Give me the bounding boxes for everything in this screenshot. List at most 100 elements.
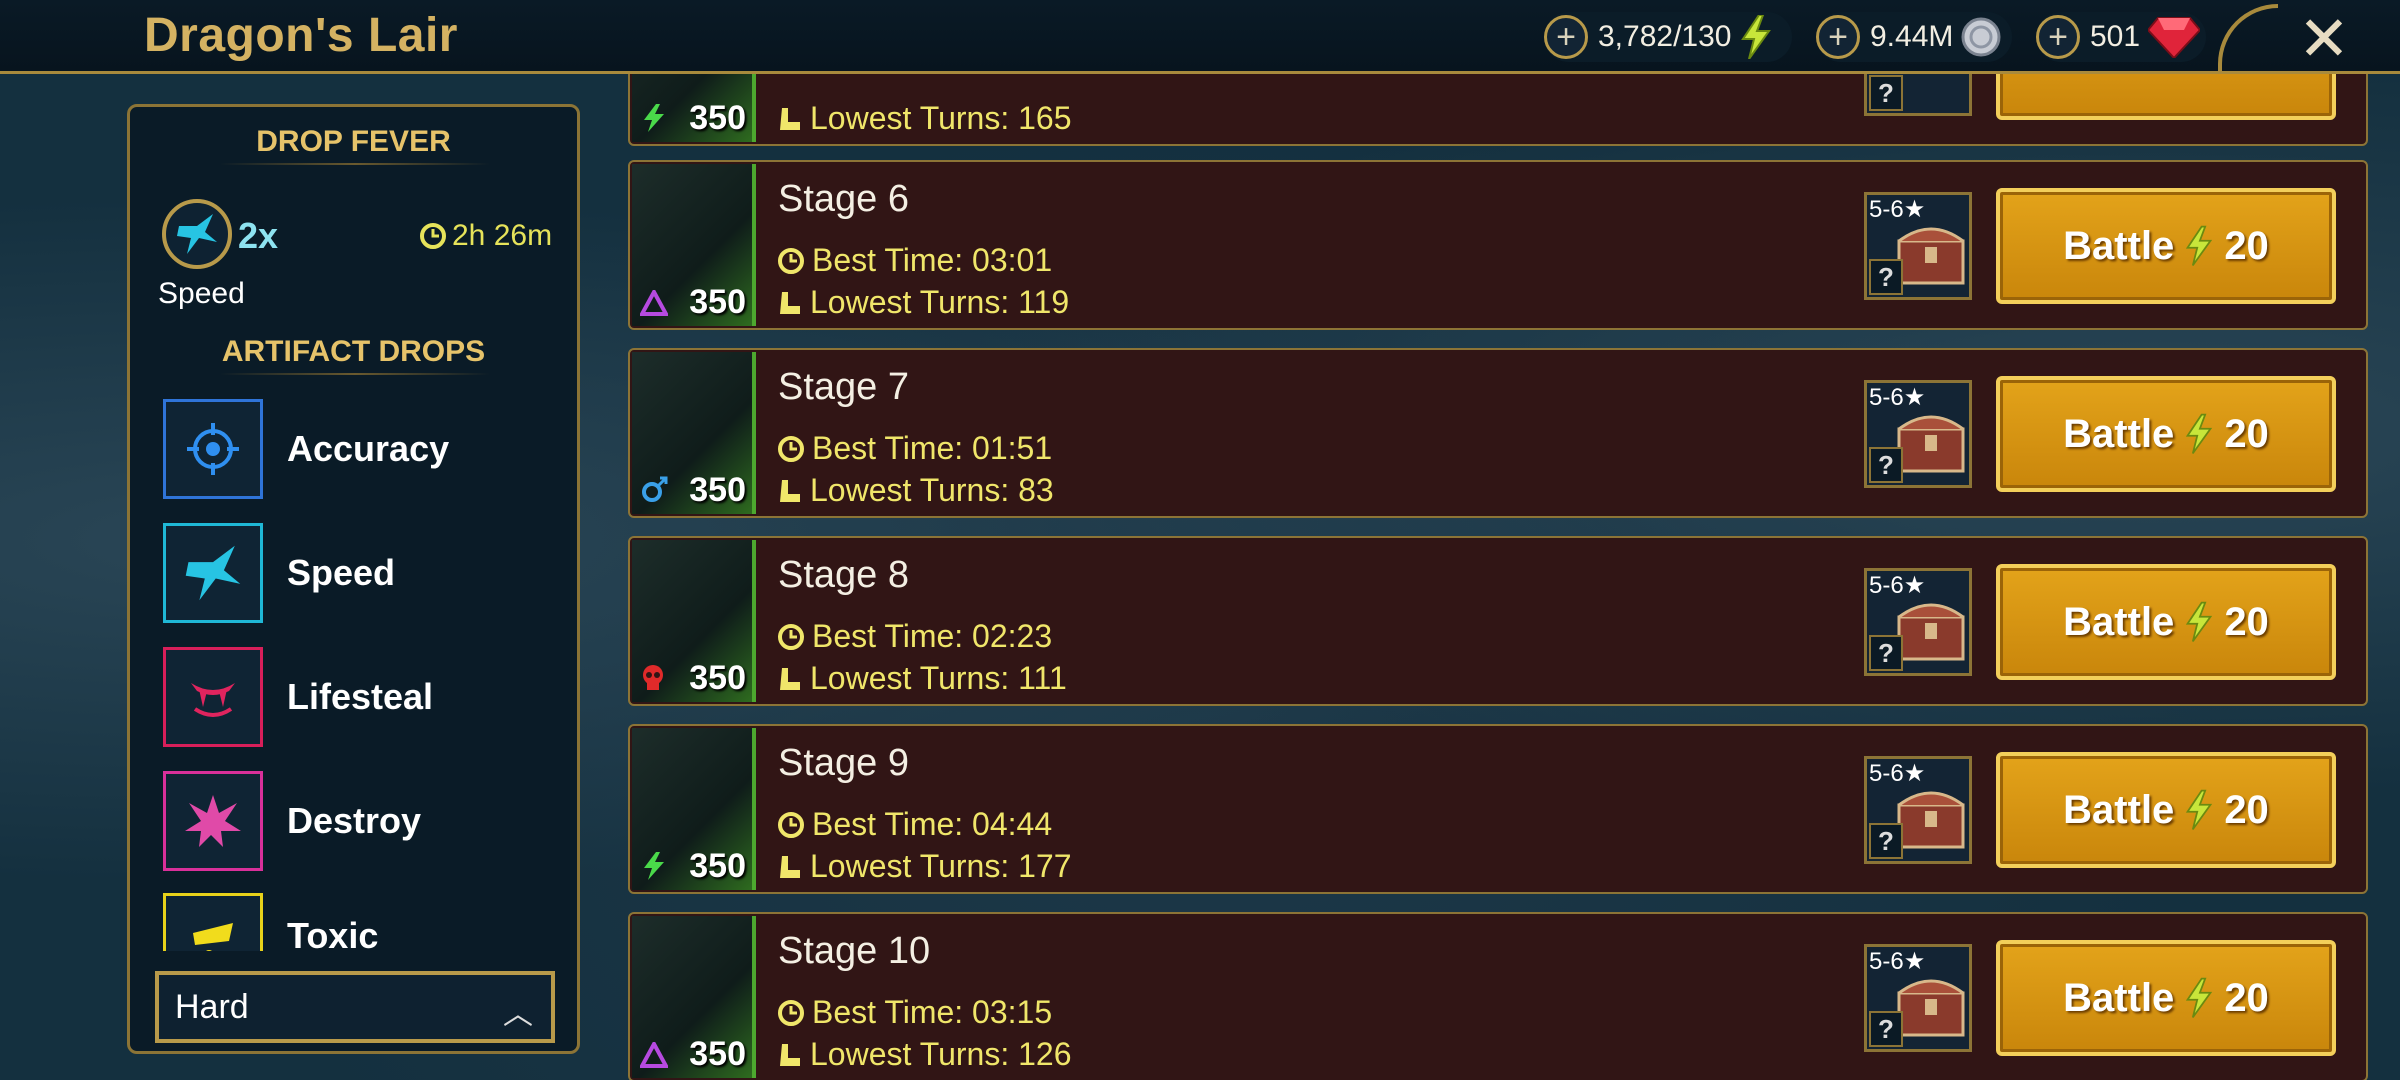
spirit-affinity-icon [642, 476, 668, 502]
stage-row: 350 Stage 7 Best Time: 01:51 Lowest Turn… [628, 348, 2368, 518]
sidebar: DROP FEVER 2x 2h 26m Speed ARTIFACT DROP… [127, 104, 580, 1054]
energy-icon [1741, 15, 1772, 59]
magic-affinity-icon [640, 290, 668, 316]
boss-level: 350 [689, 659, 746, 697]
artifact-drops-title: ARTIFACT DROPS [221, 335, 486, 368]
dragon-portrait: 350 [632, 540, 756, 702]
artifact-item-toxic[interactable]: Toxic [163, 893, 523, 951]
artifact-item-accuracy[interactable]: Accuracy [163, 397, 523, 501]
lowest-turns-text: Lowest Turns: 111 [810, 660, 1067, 696]
force-affinity-icon [644, 852, 664, 880]
stage-row: 350 Stage 6 Best Time: 03:01 Lowest Turn… [628, 160, 2368, 330]
battle-button[interactable]: Battle 20 [1996, 752, 2336, 868]
stage-name: Stage 9 [778, 742, 909, 784]
boss-level: 350 [689, 847, 746, 885]
close-button[interactable]: ✕ [2298, 2, 2350, 75]
dragon-portrait: 350 [632, 164, 756, 326]
clock-icon [778, 247, 804, 274]
artifact-item-destroy[interactable]: Destroy [163, 769, 523, 873]
add-gems-button[interactable]: + [2036, 15, 2080, 59]
best-time-text: Best Time: 01:51 [812, 430, 1053, 466]
lifesteal-fangs-icon [163, 647, 263, 747]
lowest-turns-text: Lowest Turns: 165 [810, 100, 1072, 136]
battle-cost: 20 [2224, 223, 2269, 268]
unknown-reward-icon: ? [1869, 447, 1903, 483]
stage-name: Stage 8 [778, 554, 909, 596]
destroy-burst-icon [163, 771, 263, 871]
artifact-label: Lifesteal [287, 676, 434, 717]
boss-level: 350 [689, 471, 746, 509]
best-time: Best Time: 04:44 [778, 806, 1052, 843]
add-energy-button[interactable]: + [1544, 15, 1588, 59]
energy-value: 3,782/130 [1598, 20, 1732, 53]
best-time-text: Best Time: 02:23 [812, 618, 1053, 654]
lowest-turns-text: Lowest Turns: 119 [810, 284, 1070, 320]
battle-label: Battle [2063, 599, 2175, 644]
boss-level: 350 [689, 1035, 746, 1073]
best-time-text: Best Time: 03:01 [812, 242, 1053, 278]
reward-chest[interactable]: ? [1864, 74, 1972, 116]
artifact-label: Speed [287, 552, 396, 593]
lowest-turns: Lowest Turns: 111 [778, 660, 1067, 697]
difficulty-select[interactable]: Hard ︿ [155, 971, 555, 1043]
chevron-up-icon: ︿ [503, 998, 533, 1031]
unknown-reward-icon: ? [1869, 1011, 1903, 1047]
difficulty-value: Hard [175, 987, 249, 1026]
lowest-turns: Lowest Turns: 83 [778, 472, 1054, 509]
accuracy-icon [163, 399, 263, 499]
divider [220, 373, 490, 375]
unknown-reward-icon: ? [1869, 259, 1903, 295]
fever-multiplier: 2x [238, 215, 279, 256]
best-time: Best Time: 03:15 [778, 994, 1052, 1031]
energy-icon [2186, 789, 2213, 830]
artifact-label: Accuracy [287, 428, 450, 469]
boot-icon [780, 479, 800, 502]
reward-chest[interactable]: 5-6★ ? [1864, 756, 1972, 864]
energy-icon [2186, 225, 2213, 266]
magic-affinity-icon [640, 1042, 668, 1068]
stage-list[interactable]: 350 Lowest Turns: 165 ? 350 Stage 6 Best… [628, 74, 2368, 1080]
energy-icon [2186, 977, 2213, 1018]
battle-button[interactable] [1996, 74, 2336, 120]
best-time-text: Best Time: 04:44 [812, 806, 1053, 842]
reward-chest[interactable]: 5-6★ ? [1864, 192, 1972, 300]
unknown-reward-icon: ? [1869, 75, 1903, 111]
artifact-item-lifesteal[interactable]: Lifesteal [163, 645, 523, 749]
reward-chest[interactable]: 5-6★ ? [1864, 568, 1972, 676]
battle-button[interactable]: Battle 20 [1996, 376, 2336, 492]
reward-chest[interactable]: 5-6★ ? [1864, 944, 1972, 1052]
battle-button[interactable]: Battle 20 [1996, 564, 2336, 680]
battle-cost: 20 [2224, 599, 2269, 644]
lowest-turns-text: Lowest Turns: 126 [810, 1036, 1072, 1072]
silver-value: 9.44M [1870, 20, 1954, 53]
boot-icon [780, 667, 800, 690]
dragon-portrait: 350 [632, 728, 756, 890]
lowest-turns: Lowest Turns: 177 [778, 848, 1071, 885]
stage-name: Stage 7 [778, 366, 909, 408]
add-silver-button[interactable]: + [1816, 15, 1860, 59]
stage-row: 350 Stage 9 Best Time: 04:44 Lowest Turn… [628, 724, 2368, 894]
stage-row: 350 Stage 10 Best Time: 03:15 Lowest Tur… [628, 912, 2368, 1080]
force-affinity-icon [644, 104, 664, 132]
gems-value: 501 [2090, 20, 2141, 53]
energy-icon [2186, 413, 2213, 454]
stage-row: 350 Lowest Turns: 165 ? [628, 74, 2368, 146]
lowest-turns: Lowest Turns: 126 [778, 1036, 1071, 1073]
artifact-item-speed[interactable]: Speed [163, 521, 523, 625]
top-bar: Dragon's Lair + 3,782/130 + 9.44M + 501 … [0, 0, 2400, 74]
reward-chest[interactable]: 5-6★ ? [1864, 380, 1972, 488]
divider [220, 163, 490, 165]
dragon-portrait: 350 [632, 74, 756, 142]
fever-timer: 2h 26m [420, 219, 552, 253]
lowest-turns-text: Lowest Turns: 83 [810, 472, 1054, 508]
battle-button[interactable]: Battle 20 [1996, 940, 2336, 1056]
boot-icon [780, 291, 800, 314]
silver-coin-icon [1961, 17, 2001, 57]
ruby-gem-icon [2148, 17, 2201, 58]
battle-cost: 20 [2224, 787, 2269, 832]
treasure-chest-icon [1897, 415, 1965, 473]
battle-label: Battle [2063, 411, 2175, 456]
energy-resource: + 3,782/130 [1544, 12, 1792, 62]
battle-button[interactable]: Battle 20 [1996, 188, 2336, 304]
best-time: Best Time: 03:01 [778, 242, 1052, 279]
